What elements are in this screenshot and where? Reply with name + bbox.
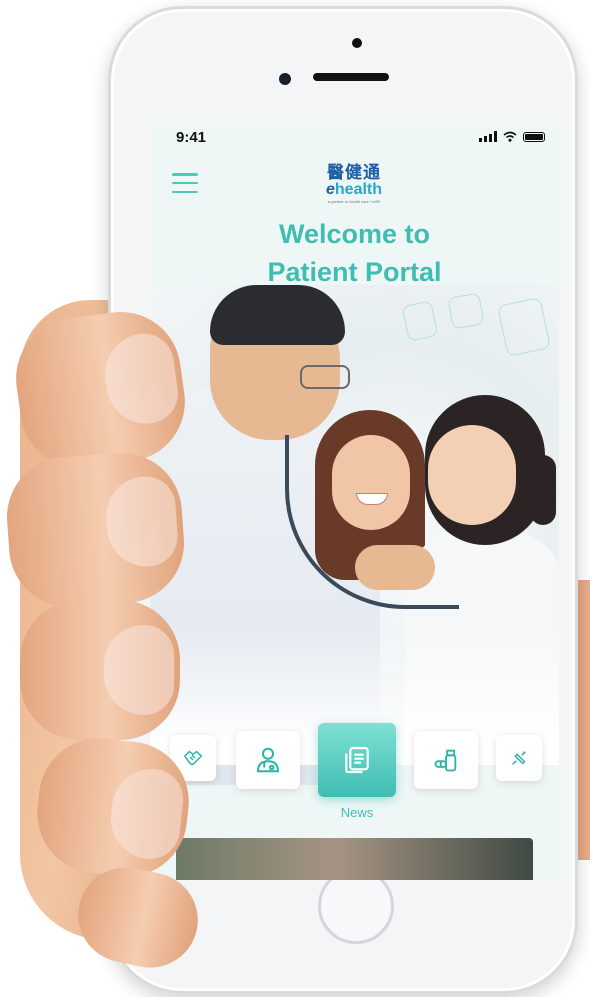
doctor-hand [355,545,435,590]
quick-tiles: News [150,723,559,820]
battery-icon [523,131,545,142]
medication-icon [434,749,457,772]
syringe-icon [512,751,526,765]
tile-medication[interactable] [414,731,478,789]
doctor-icon [256,747,280,773]
tile-news[interactable] [318,723,396,797]
app-logo: 醫健通 ehealth a partner in health care / e… [314,158,394,204]
status-time: 9:41 [176,129,207,146]
camera-dot [352,38,362,48]
logo-chinese: 醫健通 [327,163,381,182]
logo-tagline: a partner in health care / eHR [327,199,381,204]
logo-english: ehealth [325,181,383,198]
tile-syringe[interactable] [496,735,542,781]
deco-icon-2 [447,292,485,330]
news-icon [345,746,369,774]
news-tile-label: News [340,805,374,820]
hero-line-1: Welcome to [278,219,431,249]
front-camera [279,73,291,85]
menu-button[interactable] [172,173,198,193]
hero-title: Welcome to Patient Portal [150,215,559,291]
signal-icon [479,131,497,142]
news-preview-image[interactable] [176,838,533,880]
status-icons [479,131,545,142]
app-screen: 9:41 醫健通 ehealth a partner in health car… [150,125,559,880]
finger-3 [20,600,180,740]
finger-2 [2,449,189,611]
speaker-grille [313,73,389,81]
hero-line-2: Patient Portal [267,257,442,287]
handshake-icon [183,750,203,766]
status-bar: 9:41 [150,125,559,149]
wifi-icon [503,131,517,142]
tile-doctor[interactable] [236,731,300,789]
